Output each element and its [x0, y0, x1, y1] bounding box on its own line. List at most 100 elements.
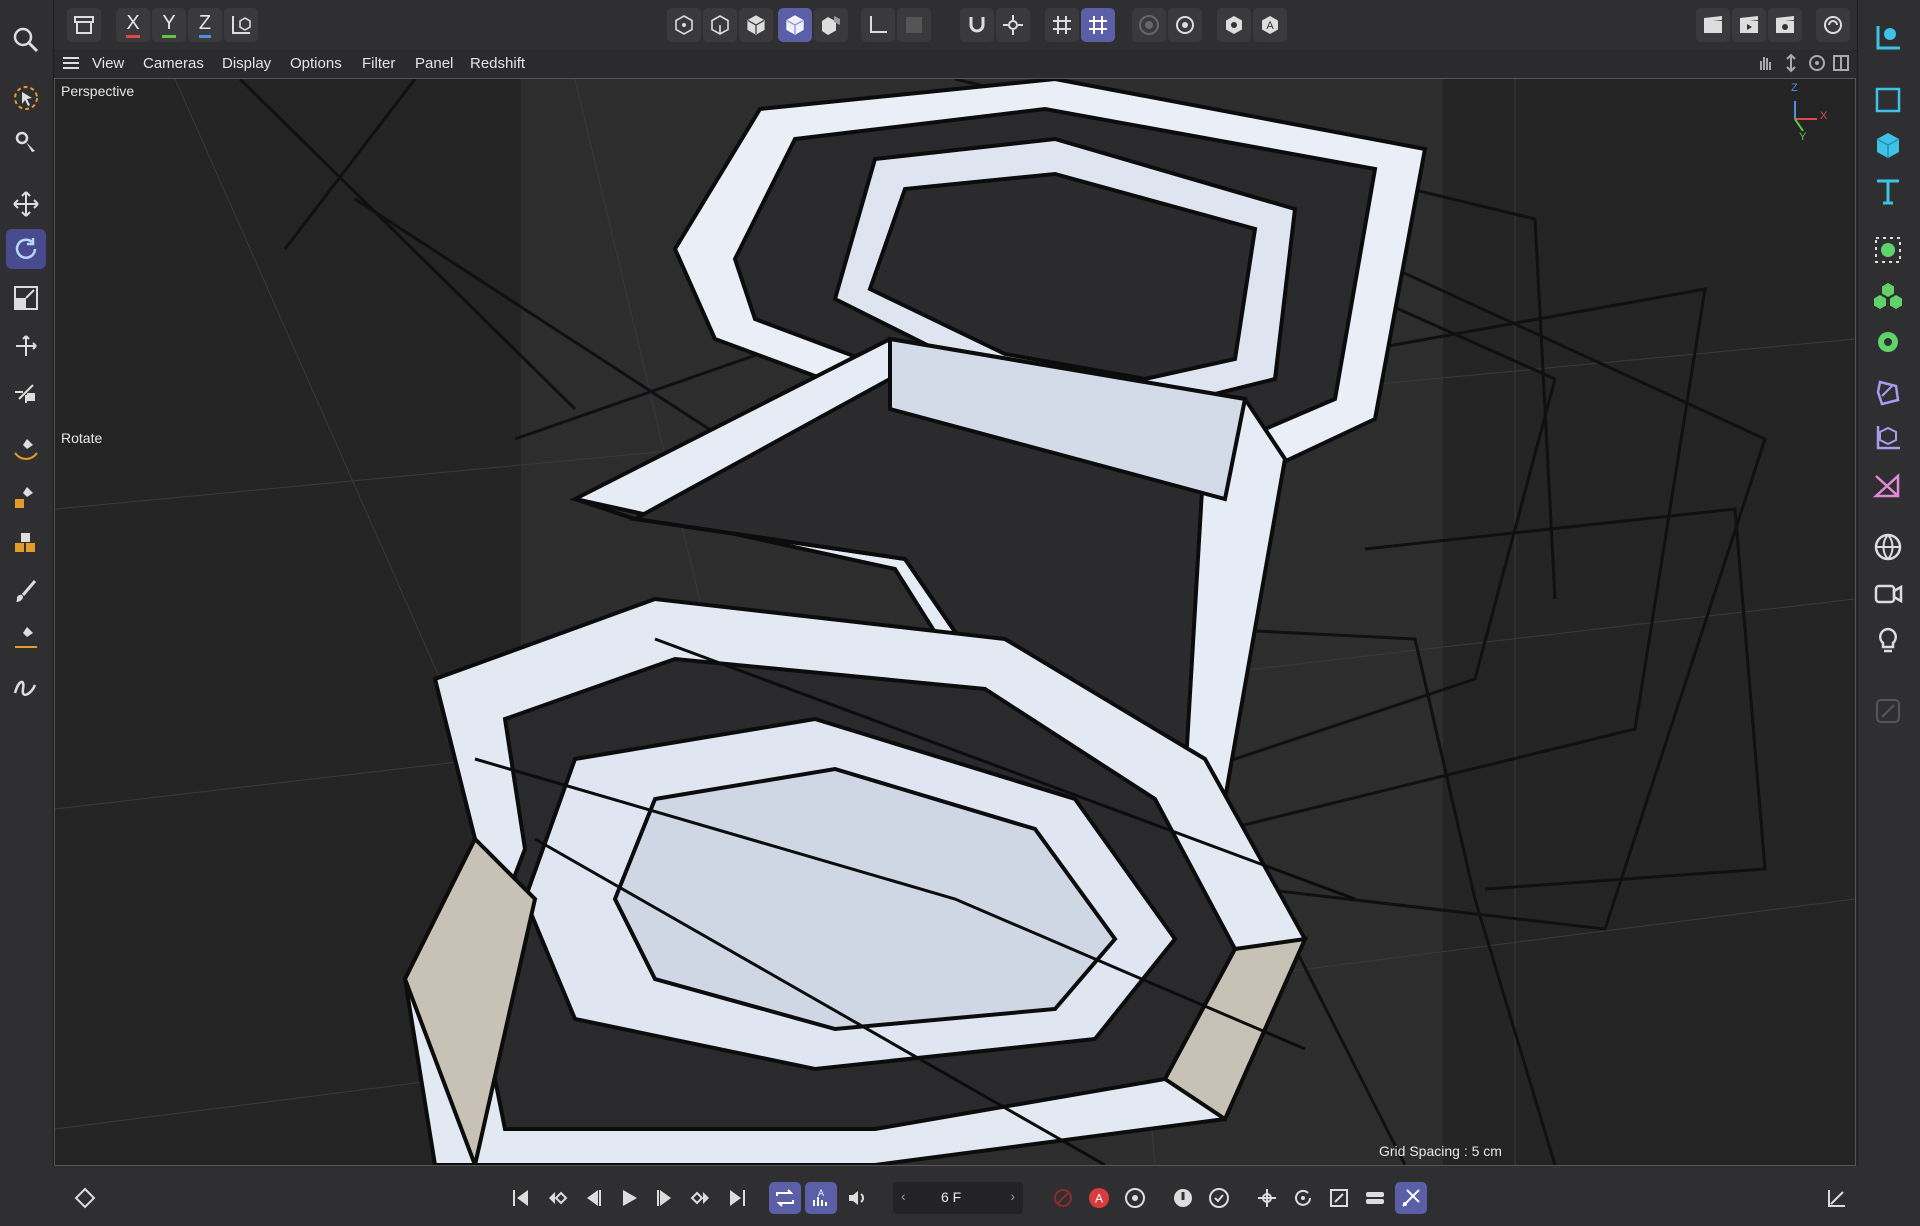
next-key-button[interactable]	[685, 1182, 717, 1214]
environment-button[interactable]	[1868, 527, 1908, 567]
brush-tool-button[interactable]	[6, 572, 46, 612]
spline-sketch-button[interactable]	[6, 666, 46, 706]
lock-x-axis-button[interactable]: X	[116, 8, 150, 42]
key-filter-button[interactable]	[1203, 1182, 1235, 1214]
lock-y-axis-button[interactable]: Y	[152, 8, 186, 42]
effector-button[interactable]	[1868, 322, 1908, 362]
play-button[interactable]	[613, 1182, 645, 1214]
snap-settings-button[interactable]	[996, 8, 1030, 42]
auto-key-button[interactable]: A	[1253, 8, 1287, 42]
previous-key-button[interactable]	[541, 1182, 573, 1214]
hamburger-menu-icon[interactable]	[61, 53, 81, 77]
previous-frame-button[interactable]	[577, 1182, 609, 1214]
play-icon	[623, 1190, 637, 1206]
coordinate-arrows-icon	[15, 384, 35, 403]
orbit-view-icon[interactable]	[1807, 53, 1827, 77]
pan-view-icon[interactable]	[1755, 53, 1775, 77]
selection-tool-button[interactable]	[6, 78, 46, 118]
keyframe-button[interactable]	[69, 1182, 101, 1214]
rotate-tool-button[interactable]	[6, 229, 46, 269]
layout-switcher-button[interactable]	[1816, 8, 1850, 42]
fcurve-button[interactable]	[1821, 1182, 1853, 1214]
menu-cameras[interactable]: Cameras	[143, 55, 204, 72]
sketch-tool-button[interactable]	[6, 478, 46, 518]
spline-pen-button[interactable]	[6, 430, 46, 470]
uvw-mode-button[interactable]	[814, 8, 848, 42]
tweak-tool-button[interactable]	[6, 122, 46, 162]
menu-display[interactable]: Display	[222, 55, 271, 72]
edges-mode-button[interactable]	[703, 8, 737, 42]
rotation-track-button[interactable]	[1287, 1182, 1319, 1214]
render-settings-button[interactable]	[1168, 8, 1202, 42]
point-level-animation-button[interactable]	[1395, 1182, 1427, 1214]
scale-key-icon	[1330, 1189, 1348, 1207]
render-to-picture-viewer-button[interactable]	[1732, 8, 1766, 42]
next-frame-button[interactable]	[649, 1182, 681, 1214]
go-to-end-button[interactable]	[721, 1182, 753, 1214]
text-object-button[interactable]	[1868, 172, 1908, 212]
deformer-button[interactable]	[1868, 372, 1908, 412]
record-disabled-button[interactable]	[1047, 1182, 1079, 1214]
locked-workplane-button[interactable]	[1081, 8, 1115, 42]
scene-object-button[interactable]	[1868, 466, 1908, 506]
go-to-start-button[interactable]	[505, 1182, 537, 1214]
snap-button[interactable]	[960, 8, 994, 42]
model-mode-button[interactable]	[778, 8, 812, 42]
chevron-right-icon[interactable]: ›	[1010, 1188, 1015, 1204]
zoom-view-icon[interactable]	[1781, 53, 1801, 77]
coordinate-system-button[interactable]	[224, 8, 258, 42]
spline-rectangle-button[interactable]	[1868, 80, 1908, 120]
autokey-button[interactable]: A	[1083, 1182, 1115, 1214]
maximize-view-icon[interactable]	[1831, 53, 1851, 77]
position-track-button[interactable]	[1251, 1182, 1283, 1214]
key-settings-button[interactable]	[1119, 1182, 1151, 1214]
scale-tool-button[interactable]	[6, 278, 46, 318]
field-button[interactable]	[1868, 418, 1908, 458]
render-view-button[interactable]	[1696, 8, 1730, 42]
model-mode-icon	[786, 15, 804, 35]
cloner-button[interactable]	[1868, 276, 1908, 316]
parameter-track-button[interactable]	[1359, 1182, 1391, 1214]
light-button[interactable]	[1868, 620, 1908, 660]
pencil-disabled-icon	[1876, 699, 1900, 723]
loop-button[interactable]	[769, 1182, 801, 1214]
menu-options[interactable]: Options	[290, 55, 342, 72]
edit-render-settings-button[interactable]	[1768, 8, 1802, 42]
object-coordinates-icon	[232, 16, 251, 34]
points-mode-button[interactable]	[667, 8, 701, 42]
search-icon	[13, 27, 39, 53]
scale-track-button[interactable]	[1323, 1182, 1355, 1214]
polygon-pen-button[interactable]	[6, 524, 46, 564]
axis-mode-button[interactable]	[861, 8, 895, 42]
chevron-left-icon[interactable]: ‹	[901, 1188, 906, 1204]
menu-filter[interactable]: Filter	[362, 55, 395, 72]
camera-label[interactable]: Perspective	[61, 83, 134, 99]
menu-view[interactable]: View	[92, 55, 124, 72]
perspective-viewport[interactable]: Perspective Rotate Grid Spacing : 5 cm Z…	[54, 78, 1856, 1166]
motion-clip-button[interactable]	[1167, 1182, 1199, 1214]
knife-tool-button[interactable]	[6, 618, 46, 658]
current-frame-field[interactable]: ‹ 6 F ›	[893, 1182, 1023, 1214]
undo-history-button[interactable]	[67, 8, 101, 42]
skip-start-icon	[513, 1190, 528, 1206]
subdivision-surface-button[interactable]	[1868, 230, 1908, 270]
lock-z-axis-button[interactable]: Z	[188, 8, 222, 42]
disabled-tool-button[interactable]	[1868, 691, 1908, 731]
transform-tool-button[interactable]	[6, 326, 46, 366]
cube-object-button[interactable]	[1868, 126, 1908, 166]
move-tool-button[interactable]	[6, 184, 46, 224]
polygons-mode-button[interactable]	[739, 8, 773, 42]
soft-selection-button[interactable]	[1132, 8, 1166, 42]
menu-panel[interactable]: Panel	[415, 55, 453, 72]
corner-shape-icon	[1876, 26, 1900, 50]
tweak-mode-button[interactable]	[897, 8, 931, 42]
workplane-button[interactable]	[1045, 8, 1079, 42]
null-object-button[interactable]	[1868, 18, 1908, 58]
sound-button[interactable]	[841, 1182, 873, 1214]
menu-redshift[interactable]: Redshift	[470, 55, 525, 72]
search-button[interactable]	[6, 20, 46, 60]
animation-mode-button[interactable]: A	[805, 1182, 837, 1214]
coordinate-tool-button[interactable]	[6, 372, 46, 412]
camera-button[interactable]	[1868, 574, 1908, 614]
viewport-solo-button[interactable]	[1217, 8, 1251, 42]
